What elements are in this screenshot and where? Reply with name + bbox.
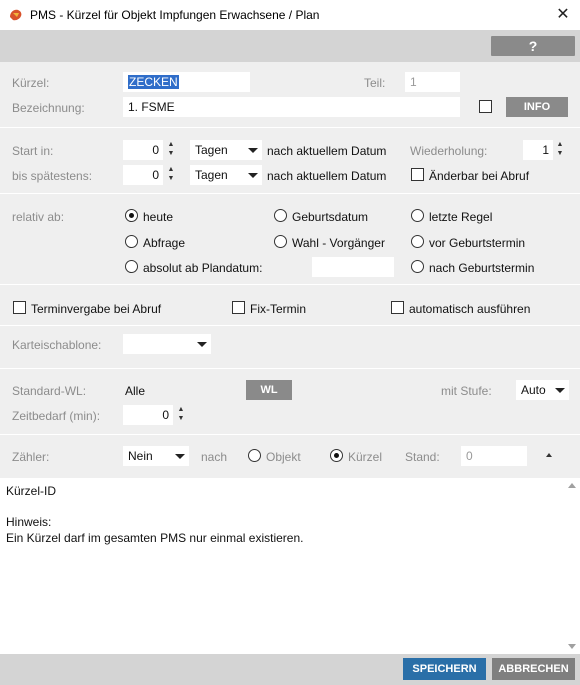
latest-input[interactable]: 0 [123, 165, 163, 185]
repeat-spinner[interactable]: ▲ ▼ [555, 140, 565, 160]
collapse-arrow-icon[interactable] [546, 453, 552, 457]
chevron-down-icon [555, 388, 565, 393]
bezeichnung-checkbox[interactable] [479, 100, 492, 113]
radio-objekt[interactable] [248, 449, 261, 462]
automatisch-label: automatisch ausführen [409, 302, 531, 316]
radio-abfrage[interactable] [125, 235, 138, 248]
relative-label: relativ ab: [12, 210, 65, 224]
schedule-section [0, 128, 580, 193]
start-label: Start in: [12, 144, 54, 158]
counter-value: Nein [128, 449, 153, 463]
radio-vor-geburtstermin-label: vor Geburtstermin [429, 236, 526, 250]
title-bar: PMS - Kürzel für Objekt Impfungen Erwach… [0, 0, 580, 30]
zeitbedarf-spinner[interactable]: ▲ ▼ [176, 405, 186, 425]
bezeichnung-label: Bezeichnung: [12, 101, 85, 115]
notes-scrollbar[interactable] [563, 478, 580, 654]
chevron-down-icon [175, 454, 185, 459]
stufe-label: mit Stufe: [441, 384, 492, 398]
stufe-value: Auto [521, 383, 546, 397]
notes-line-2: Hinweis: [6, 515, 52, 529]
fix-termin-label: Fix-Termin [250, 302, 306, 316]
start-unit-value: Tagen [195, 143, 228, 157]
start-spinner[interactable]: ▲ ▼ [166, 140, 176, 160]
kuerzel-value: ZECKEN [128, 75, 179, 89]
zeitbedarf-label: Zeitbedarf (min): [12, 409, 101, 423]
wl-section [0, 369, 580, 434]
help-button[interactable]: ? [491, 36, 575, 56]
wl-button[interactable]: WL [246, 380, 292, 400]
radio-nach-geburtstermin[interactable] [411, 260, 424, 273]
radio-geburtsdatum[interactable] [274, 209, 287, 222]
bezeichnung-input[interactable]: 1. FSME [123, 97, 460, 117]
automatisch-checkbox[interactable] [391, 301, 404, 314]
stand-input[interactable]: 0 [461, 446, 527, 466]
header-section [0, 62, 580, 127]
counter-label: Zähler: [12, 450, 50, 464]
radio-absolut[interactable] [125, 260, 138, 273]
counter-nach-label: nach [201, 450, 228, 464]
save-button[interactable]: SPEICHERN [403, 658, 486, 680]
latest-unit-value: Tagen [195, 168, 228, 182]
cancel-button[interactable]: ABBRECHEN [492, 658, 575, 680]
close-icon[interactable]: ✕ [552, 4, 574, 26]
radio-wahl-vorgaenger-label: Wahl - Vorgänger [292, 236, 385, 250]
notes-line-1: Kürzel-ID [6, 484, 57, 498]
plandatum-input[interactable] [312, 257, 394, 277]
scroll-down-icon[interactable] [568, 644, 576, 649]
radio-absolut-label: absolut ab Plandatum: [143, 261, 263, 275]
teil-label: Teil: [364, 76, 386, 90]
latest-spinner[interactable]: ▲ ▼ [166, 165, 176, 185]
kuerzel-label: Kürzel: [12, 76, 50, 90]
terminvergabe-checkbox[interactable] [13, 301, 26, 314]
radio-geburtsdatum-label: Geburtsdatum [292, 210, 369, 224]
radio-heute[interactable] [125, 209, 138, 222]
latest-suffix: nach aktuellem Datum [267, 169, 387, 183]
notes-line-3: Ein Kürzel darf im gesamten PMS nur einm… [6, 531, 304, 545]
radio-wahl-vorgaenger[interactable] [274, 235, 287, 248]
radio-abfrage-label: Abfrage [143, 236, 186, 250]
stufe-dropdown[interactable]: Auto [516, 380, 569, 400]
radio-letzte-regel-label: letzte Regel [429, 210, 493, 224]
chevron-down-icon [248, 173, 258, 178]
chevron-down-icon [248, 148, 258, 153]
radio-heute-label: heute [143, 210, 174, 224]
app-logo-icon [10, 9, 22, 21]
chevron-down-icon [197, 342, 207, 347]
radio-nach-geburtstermin-label: nach Geburtstermin [429, 261, 535, 275]
notes-textarea[interactable]: Kürzel-ID Hinweis: Ein Kürzel darf im ge… [0, 478, 580, 654]
teil-input[interactable]: 1 [405, 72, 460, 92]
info-button[interactable]: INFO [506, 97, 568, 117]
karteischablone-label: Karteischablone: [12, 338, 102, 352]
radio-vor-geburtstermin[interactable] [411, 235, 424, 248]
radio-kuerzel-label: Kürzel [348, 450, 383, 464]
fix-termin-checkbox[interactable] [232, 301, 245, 314]
radio-letzte-regel[interactable] [411, 209, 424, 222]
kuerzel-input[interactable]: ZECKEN [123, 72, 250, 92]
radio-objekt-label: Objekt [266, 450, 301, 464]
karteischablone-dropdown[interactable] [123, 334, 211, 354]
radio-kuerzel[interactable] [330, 449, 343, 462]
scroll-up-icon[interactable] [568, 483, 576, 488]
repeat-input[interactable]: 1 [523, 140, 553, 160]
window-title: PMS - Kürzel für Objekt Impfungen Erwach… [30, 8, 320, 22]
counter-dropdown[interactable]: Nein [123, 446, 189, 466]
standard-wl-value: Alle [125, 384, 146, 398]
repeat-label: Wiederholung: [410, 144, 488, 158]
start-suffix: nach aktuellem Datum [267, 144, 387, 158]
zeitbedarf-input[interactable]: 0 [123, 405, 173, 425]
terminvergabe-label: Terminvergabe bei Abruf [31, 302, 162, 316]
standard-wl-label: Standard-WL: [12, 384, 87, 398]
changeable-checkbox[interactable] [411, 168, 424, 181]
latest-label: bis spätestens: [12, 169, 93, 183]
start-unit-dropdown[interactable]: Tagen [190, 140, 262, 160]
stand-label: Stand: [405, 450, 440, 464]
start-input[interactable]: 0 [123, 140, 163, 160]
latest-unit-dropdown[interactable]: Tagen [190, 165, 262, 185]
changeable-label: Änderbar bei Abruf [429, 169, 530, 183]
